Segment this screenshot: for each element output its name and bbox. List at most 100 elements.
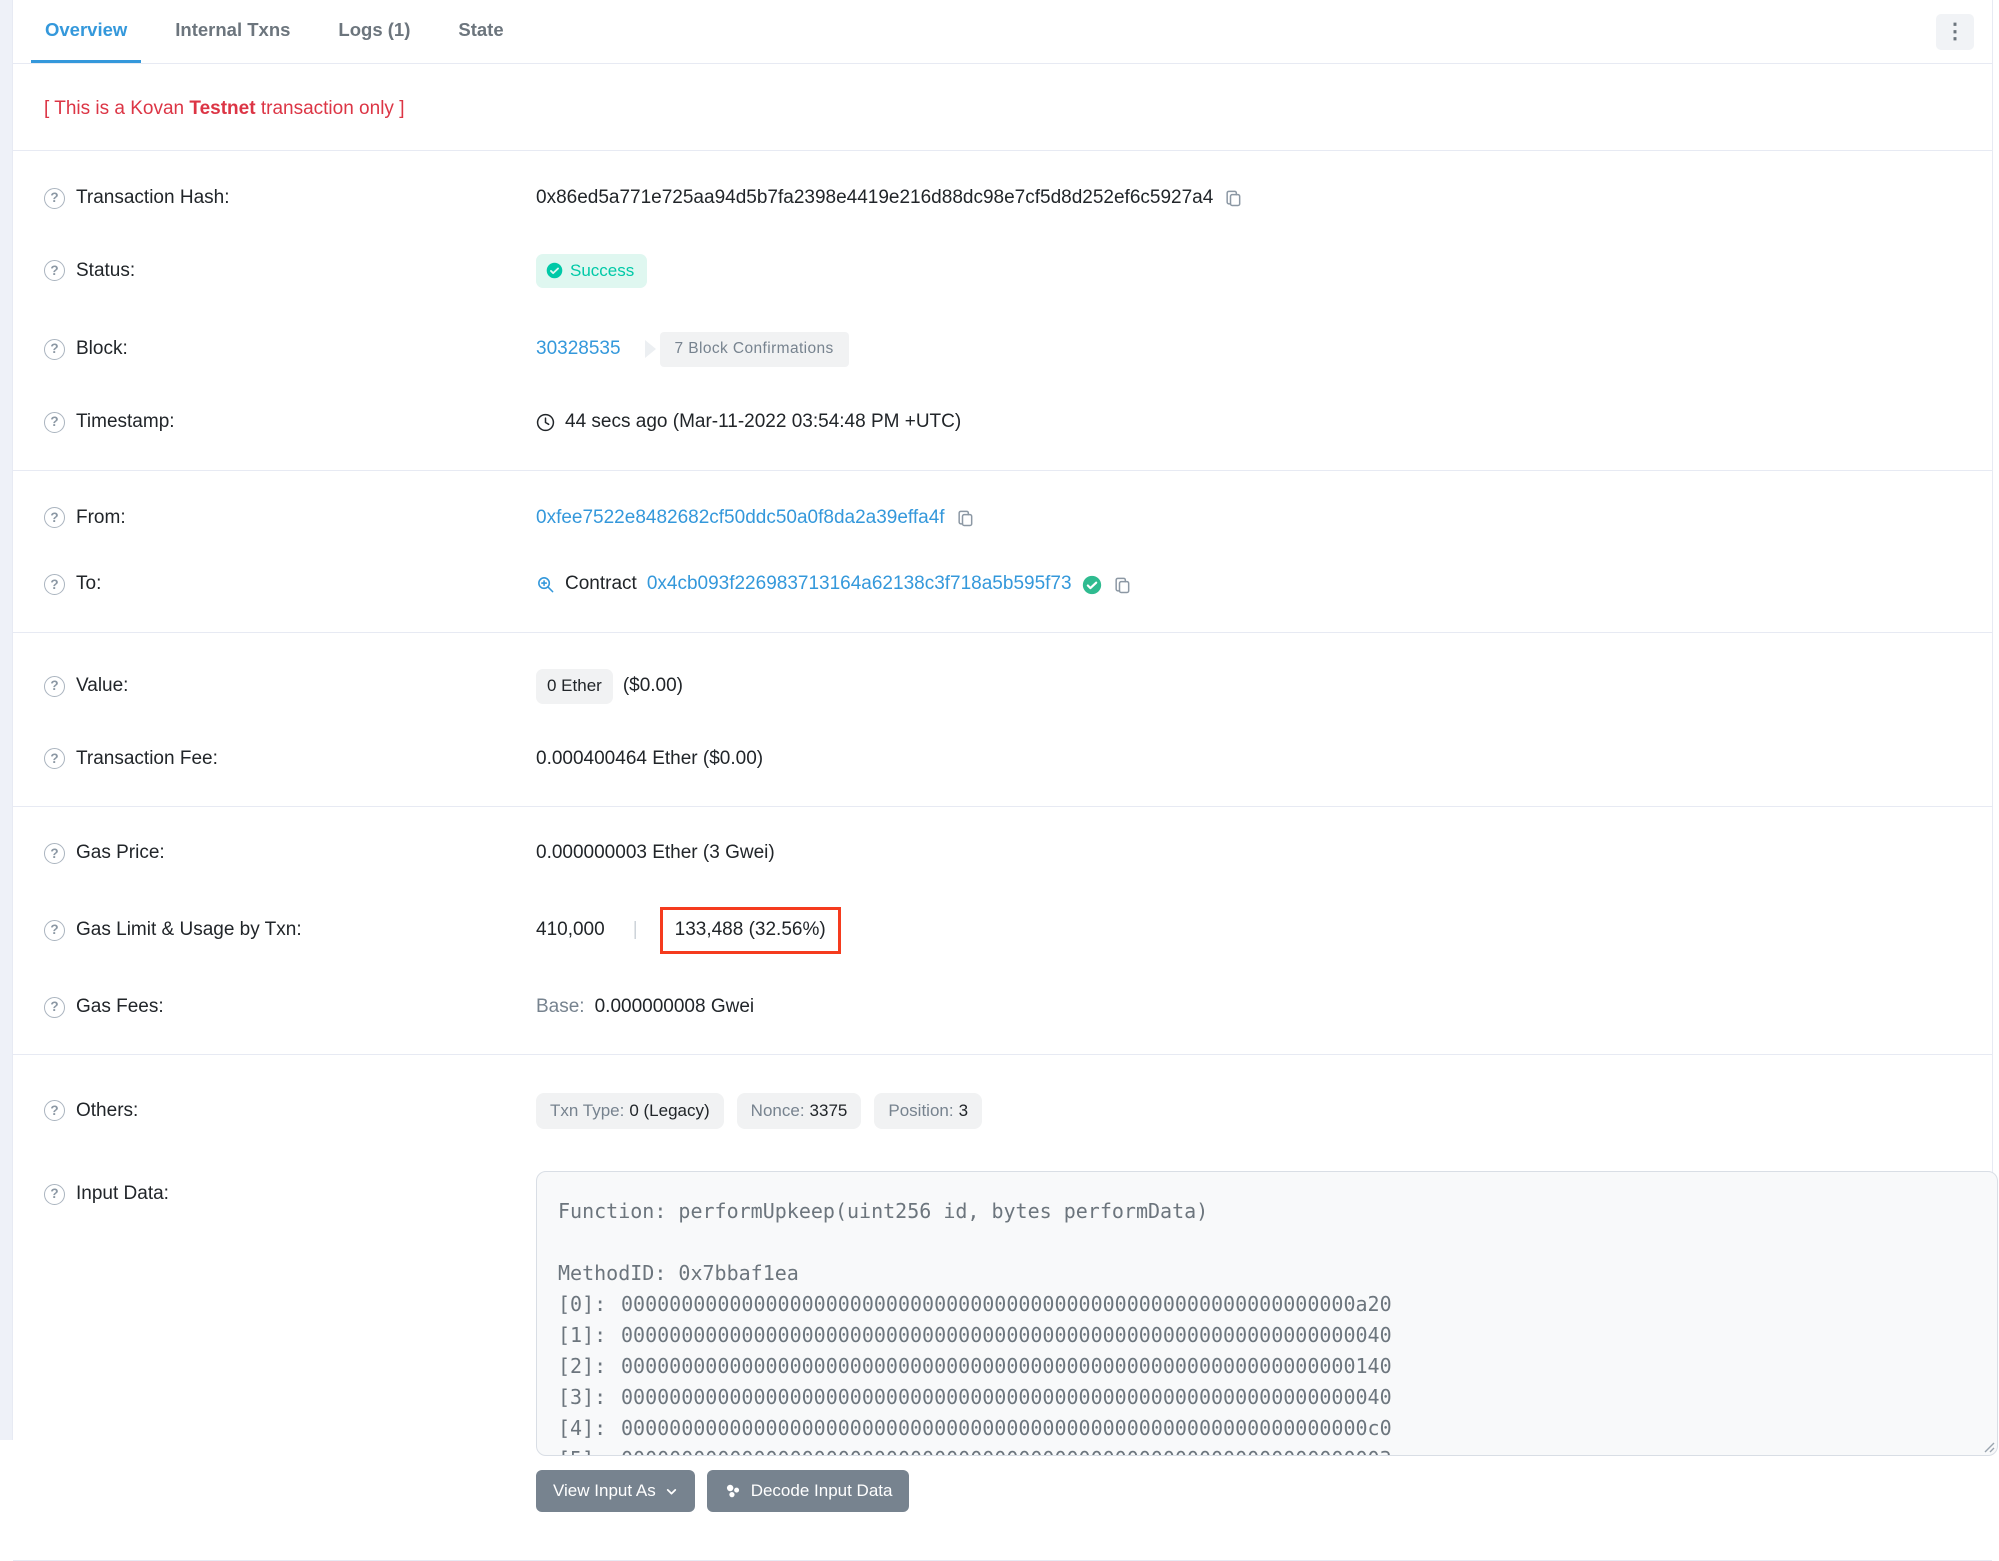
help-icon[interactable]: ? <box>44 187 65 209</box>
group-summary: ? Transaction Hash: 0x86ed5a771e725aa94d… <box>13 151 1992 470</box>
tab-logs[interactable]: Logs (1) <box>324 0 424 63</box>
tab-overview[interactable]: Overview <box>31 0 142 63</box>
row-to: ? To: Contract 0x4cb093f226983713164a621… <box>13 551 1992 618</box>
group-value: ? Value: 0 Ether ($0.00) ? Transaction F… <box>13 633 1992 806</box>
group-parties: ? From: 0xfee7522e8482682cf50ddc50a0f8da… <box>13 471 1992 633</box>
gas-limit-value: 410,000 <box>536 919 605 941</box>
row-input-data: ? Input Data: Function: performUpkeep(ui… <box>13 1151 1998 1534</box>
row-from: ? From: 0xfee7522e8482682cf50ddc50a0f8da… <box>13 485 1992 552</box>
gas-fees-base-value: 0.000000008 Gwei <box>594 995 755 1017</box>
help-icon[interactable]: ? <box>44 748 65 770</box>
notice-bold: Testnet <box>189 98 256 119</box>
caret-right-icon <box>644 340 656 359</box>
row-block: ? Block: 30328535 7 Block Confirmations <box>13 310 1992 389</box>
row-others: ? Others: Txn Type: 0 (Legacy) Nonce: 33… <box>13 1071 1992 1151</box>
input-actions: View Input As Decode Input Data <box>536 1470 1998 1513</box>
tab-state[interactable]: State <box>444 0 517 63</box>
gas-fees-label: Gas Fees: <box>76 995 164 1017</box>
magnifier-plus-icon[interactable] <box>536 575 555 594</box>
gas-usage-annotation-box: 133,488 (32.56%) <box>659 907 841 954</box>
gas-usage-value: 133,488 (32.56%) <box>674 919 826 941</box>
to-contract-prefix: Contract <box>565 573 637 595</box>
transaction-card: Overview Internal Txns Logs (1) State ⋮ … <box>12 0 1998 1561</box>
gas-limit-label: Gas Limit & Usage by Txn: <box>76 919 302 941</box>
help-icon[interactable]: ? <box>44 1100 65 1122</box>
input-word-row: [3]: 000000000000000000000000000000000000… <box>558 1385 1392 1410</box>
decode-icon <box>724 1482 742 1500</box>
verified-check-icon <box>1082 575 1102 595</box>
input-data-textarea[interactable]: Function: performUpkeep(uint256 id, byte… <box>536 1171 1998 1457</box>
row-gas-fees: ? Gas Fees: Base: 0.000000008 Gwei <box>13 975 1992 1040</box>
input-word-row: [1]: 000000000000000000000000000000000000… <box>558 1323 1392 1348</box>
row-gas-price: ? Gas Price: 0.000000003 Ether (3 Gwei) <box>13 821 1992 886</box>
input-word-row: [4]: 000000000000000000000000000000000000… <box>558 1416 1392 1441</box>
input-word-row: [2]: 000000000000000000000000000000000000… <box>558 1354 1392 1379</box>
copy-icon[interactable] <box>1112 575 1132 595</box>
help-icon[interactable]: ? <box>44 574 65 596</box>
others-label: Others: <box>76 1099 139 1121</box>
transaction-fee-label: Transaction Fee: <box>76 747 218 769</box>
status-text: Success <box>570 260 635 280</box>
gas-price-value: 0.000000003 Ether (3 Gwei) <box>536 842 775 864</box>
chevron-down-icon <box>665 1485 678 1498</box>
notice-suffix: transaction only ] <box>255 98 405 119</box>
block-confirmations-badge: 7 Block Confirmations <box>644 332 849 367</box>
help-icon[interactable]: ? <box>44 675 65 697</box>
from-label: From: <box>76 506 126 528</box>
value-label: Value: <box>76 674 129 696</box>
status-badge: Success <box>536 253 648 289</box>
row-timestamp: ? Timestamp: 44 secs ago (Mar-11-2022 03… <box>13 389 1992 456</box>
help-icon[interactable]: ? <box>44 996 65 1018</box>
input-word-row: [5]:000000000000000000000000000000000000… <box>558 1444 1977 1455</box>
timestamp-label: Timestamp: <box>76 410 175 432</box>
input-data-label: Input Data: <box>76 1183 169 1205</box>
txn-type-pill: Txn Type: 0 (Legacy) <box>536 1092 724 1130</box>
help-icon[interactable]: ? <box>44 507 65 529</box>
copy-icon[interactable] <box>1223 188 1243 208</box>
tab-internal-txns[interactable]: Internal Txns <box>161 0 304 63</box>
check-circle-icon <box>546 262 563 279</box>
gas-separator: | <box>632 919 638 941</box>
tab-bar: Overview Internal Txns Logs (1) State ⋮ <box>13 0 1992 64</box>
page-gutter <box>0 0 12 1440</box>
kebab-icon: ⋮ <box>1944 20 1966 43</box>
nonce-pill: Nonce: 3375 <box>736 1092 862 1130</box>
from-address-link[interactable]: 0xfee7522e8482682cf50ddc50a0f8da2a39effa… <box>536 507 945 530</box>
group-others-input: ? Others: Txn Type: 0 (Legacy) Nonce: 33… <box>13 1055 1998 1548</box>
input-word-row: [0]: 000000000000000000000000000000000000… <box>558 1292 1392 1317</box>
row-transaction-fee: ? Transaction Fee: 0.000400464 Ether ($0… <box>13 726 1992 793</box>
to-address-link[interactable]: 0x4cb093f226983713164a62138c3f718a5b595f… <box>647 573 1072 596</box>
status-label: Status: <box>76 259 136 281</box>
block-number-link[interactable]: 30328535 <box>536 338 621 361</box>
block-confirmations-text: 7 Block Confirmations <box>659 332 849 367</box>
clock-icon <box>536 413 555 432</box>
timestamp-value: 44 secs ago (Mar-11-2022 03:54:48 PM +UT… <box>565 410 962 432</box>
help-icon[interactable]: ? <box>44 411 65 433</box>
value-badge: 0 Ether <box>536 669 613 704</box>
input-methodid-line: MethodID: 0x7bbaf1ea <box>558 1261 799 1286</box>
more-options-button[interactable]: ⋮ <box>1936 13 1974 50</box>
testnet-notice: [ This is a Kovan Testnet transaction on… <box>13 64 1992 150</box>
row-status: ? Status: Success <box>13 232 1992 310</box>
decode-input-data-button[interactable]: Decode Input Data <box>706 1470 910 1513</box>
gas-fees-base-label: Base: <box>536 995 585 1017</box>
input-function-line: Function: performUpkeep(uint256 id, byte… <box>558 1199 1209 1224</box>
transaction-fee-value: 0.000400464 Ether ($0.00) <box>536 747 764 769</box>
help-icon[interactable]: ? <box>44 338 65 360</box>
to-label: To: <box>76 573 102 595</box>
block-label: Block: <box>76 338 128 360</box>
value-usd: ($0.00) <box>622 674 684 696</box>
help-icon[interactable]: ? <box>44 920 65 942</box>
resize-grip-icon[interactable] <box>1981 1439 1995 1453</box>
position-pill: Position: 3 <box>874 1092 983 1130</box>
view-input-as-button[interactable]: View Input As <box>536 1470 695 1513</box>
gas-price-label: Gas Price: <box>76 842 165 864</box>
help-icon[interactable]: ? <box>44 260 65 282</box>
help-icon[interactable]: ? <box>44 1184 65 1206</box>
row-gas-limit-usage: ? Gas Limit & Usage by Txn: 410,000 | 13… <box>13 886 1992 975</box>
row-value: ? Value: 0 Ether ($0.00) <box>13 647 1992 725</box>
transaction-hash-label: Transaction Hash: <box>76 187 230 208</box>
notice-prefix: [ This is a Kovan <box>44 98 190 119</box>
copy-icon[interactable] <box>955 508 975 528</box>
help-icon[interactable]: ? <box>44 843 65 865</box>
